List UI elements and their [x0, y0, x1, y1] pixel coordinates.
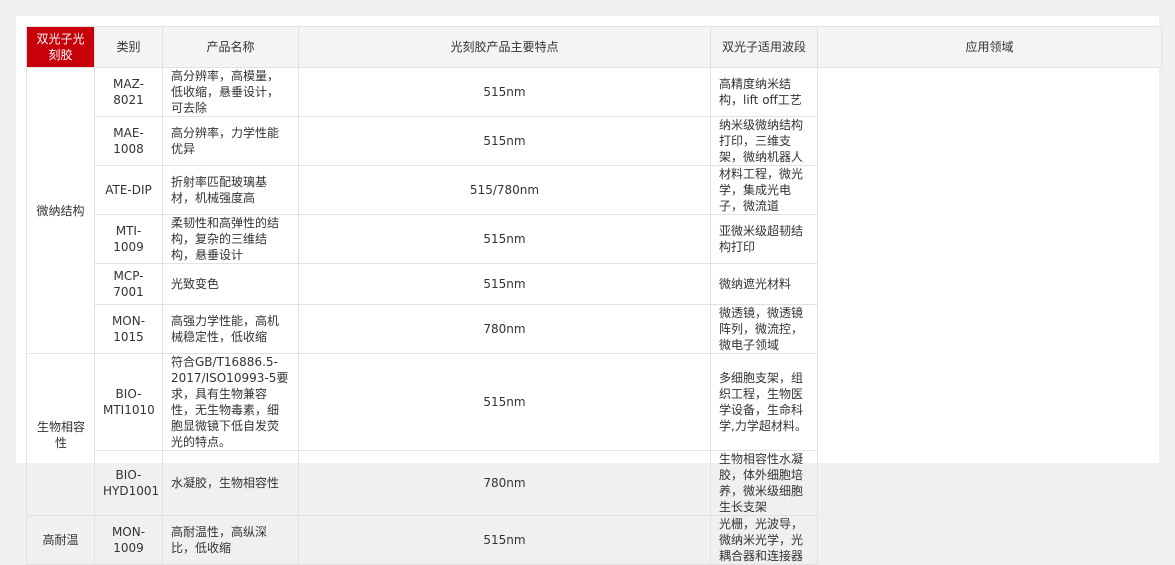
application-cell: 材料工程，微光学，集成光电子，微流道 [710, 165, 818, 215]
subcategory-cell: 高耐温 [26, 515, 95, 565]
wavelength-cell: 515nm [298, 214, 711, 264]
product-name-cell: MON-1015 [94, 304, 163, 354]
features-cell: 符合GB/T16886.5-2017/ISO10993-5要求，具有生物兼容性，… [162, 353, 299, 451]
wavelength-cell: 515nm [298, 515, 711, 565]
application-cell: 生物相容性水凝胶，体外细胞培养，微米级细胞生长支架 [710, 450, 818, 516]
features-cell: 高耐温性，高纵深比，低收缩 [162, 515, 299, 565]
wavelength-cell: 515nm [298, 353, 711, 451]
subcategory-cell: 生物相容性 [26, 353, 95, 516]
wavelength-cell: 515nm [298, 263, 711, 305]
wavelength-cell: 780nm [298, 304, 711, 354]
application-cell: 亚微米级超韧结构打印 [710, 214, 818, 264]
features-cell: 水凝胶，生物相容性 [162, 450, 299, 516]
table-row: MTI-1009 柔韧性和高弹性的结构，复杂的三维结构，悬垂设计 515nm 亚… [27, 214, 1162, 264]
table-row: MON-1015 高强力学性能，高机械稳定性，低收缩 780nm 微透镜，微透镜… [27, 304, 1162, 354]
table-row: 微纳结构 MAZ-8021 高分辨率，高模量，低收缩，悬垂设计，可去除 515n… [26, 67, 1162, 354]
table-row: 生物相容性 BIO-MTI1010 符合GB/T16886.5-2017/ISO… [26, 353, 1162, 516]
product-name-cell: MAE-1008 [94, 116, 163, 166]
features-cell: 高分辨率，高模量，低收缩，悬垂设计，可去除 [162, 67, 299, 117]
subcategory-label: 生物相容性 [36, 419, 85, 450]
subcategory-label: 微纳结构 [36, 203, 85, 218]
table-row: BIO-HYD1001 水凝胶，生物相容性 780nm 生物相容性水凝胶，体外细… [27, 450, 1162, 516]
content-panel: 双光子光刻胶 类别 产品名称 光刻胶产品主要特点 双光子适用波段 应用领域 微纳… [16, 16, 1162, 565]
application-cell: 微纳遮光材料 [710, 263, 818, 305]
application-cell: 纳米级微纳结构打印，三维支架，微纳机器人 [710, 116, 818, 166]
application-cell: 微透镜，微透镜阵列，微流控，微电子领域 [710, 304, 818, 354]
application-cell: 高精度纳米结构，lift off工艺 [710, 67, 818, 117]
product-name-cell: MTI-1009 [94, 214, 163, 264]
table-row: 高耐温 MON-1009 高耐温性，高纵深比，低收缩 515nm 光栅，光波导，… [26, 515, 1162, 565]
features-cell: 光致变色 [162, 263, 299, 305]
product-table: 双光子光刻胶 类别 产品名称 光刻胶产品主要特点 双光子适用波段 应用领域 微纳… [26, 26, 1162, 565]
header-application: 应用领域 [817, 26, 1162, 68]
header-category: 类别 [94, 26, 163, 68]
product-name-cell: ATE-DIP [94, 165, 163, 215]
product-name-cell: MAZ-8021 [94, 67, 163, 117]
main-category-label: 双光子光刻胶 [36, 32, 85, 62]
header-product: 产品名称 [162, 26, 299, 68]
features-cell: 折射率匹配玻璃基材，机械强度高 [162, 165, 299, 215]
header-row: 双光子光刻胶 类别 产品名称 光刻胶产品主要特点 双光子适用波段 应用领域 [26, 26, 1162, 68]
product-name-cell: MCP-7001 [94, 263, 163, 305]
features-cell: 高强力学性能，高机械稳定性，低收缩 [162, 304, 299, 354]
product-name-cell: MON-1009 [94, 515, 163, 565]
subcategory-cell: 微纳结构 [26, 67, 95, 354]
features-cell: 柔韧性和高弹性的结构，复杂的三维结构，悬垂设计 [162, 214, 299, 264]
wavelength-cell: 515nm [298, 67, 711, 117]
table-row: ATE-DIP 折射率匹配玻璃基材，机械强度高 515/780nm 材料工程，微… [27, 165, 1162, 215]
product-name-cell: BIO-HYD1001 [94, 450, 163, 516]
main-category-cell: 双光子光刻胶 [26, 26, 95, 68]
wavelength-cell: 515/780nm [298, 165, 711, 215]
table-row: MCP-7001 光致变色 515nm 微纳遮光材料 [27, 263, 1162, 305]
product-name-cell: BIO-MTI1010 [94, 353, 163, 451]
application-cell: 光栅，光波导，微纳米光学，光耦合器和连接器 [710, 515, 818, 565]
features-cell: 高分辨率，力学性能优异 [162, 116, 299, 166]
table-row: MAE-1008 高分辨率，力学性能优异 515nm 纳米级微纳结构打印，三维支… [27, 116, 1162, 166]
application-cell: 多细胞支架，组织工程，生物医学设备，生命科学,力学超材料。 [710, 353, 818, 451]
subcategory-label: 高耐温 [42, 533, 79, 547]
header-wavelength: 双光子适用波段 [710, 26, 818, 68]
wavelength-cell: 780nm [298, 450, 711, 516]
header-features: 光刻胶产品主要特点 [298, 26, 711, 68]
wavelength-cell: 515nm [298, 116, 711, 166]
